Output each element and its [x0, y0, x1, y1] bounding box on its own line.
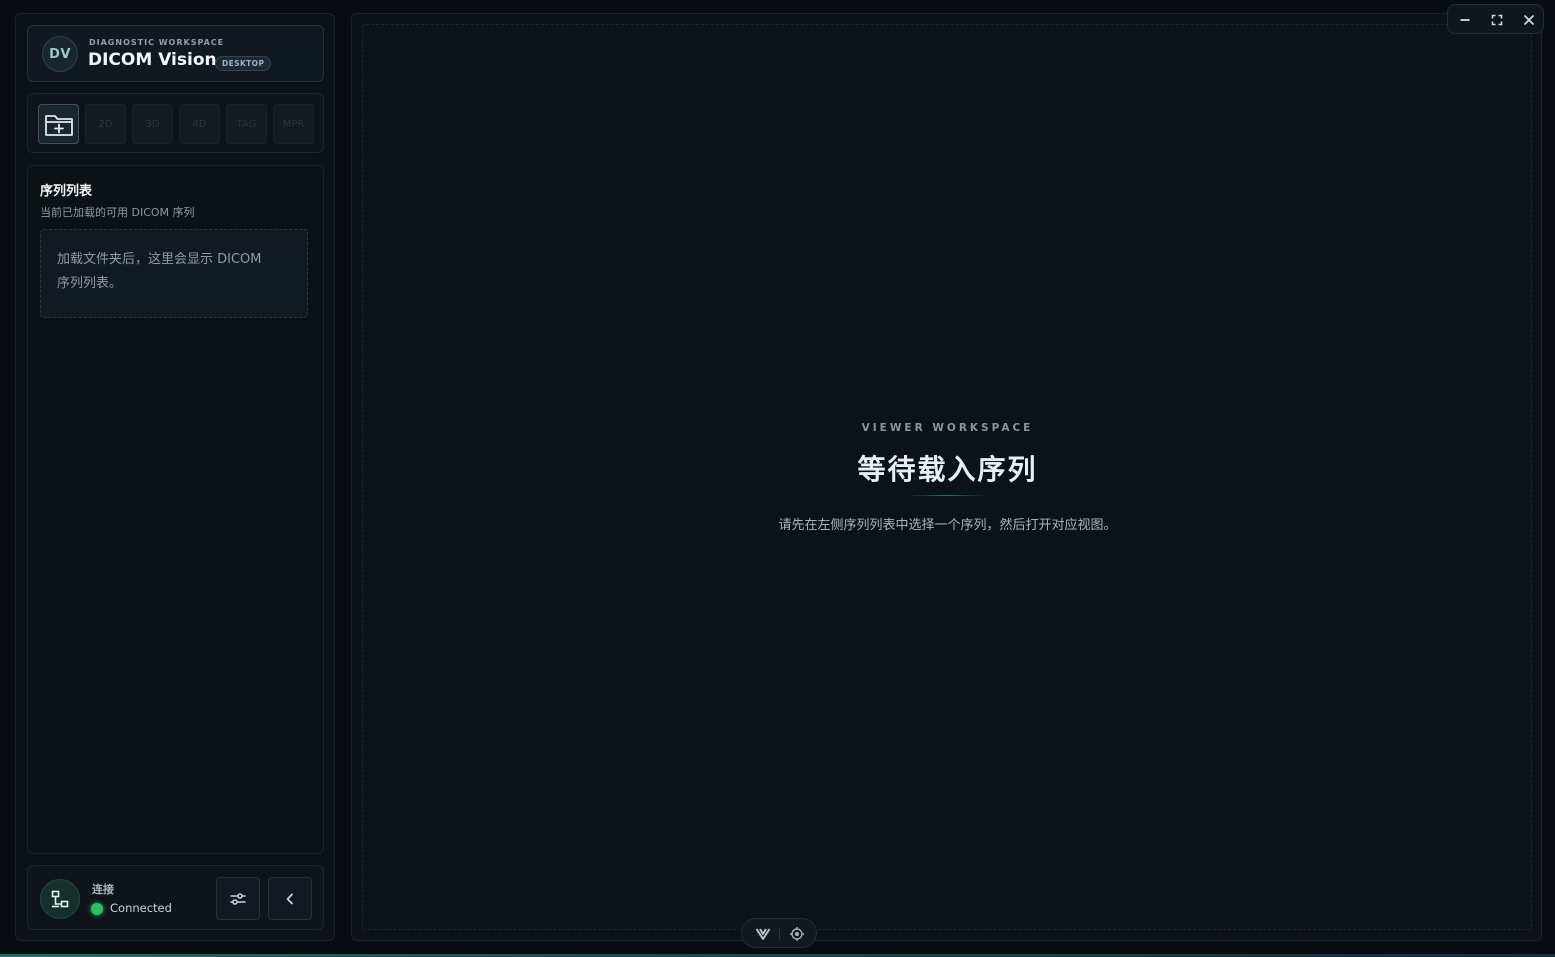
- series-title: 序列列表: [40, 184, 93, 199]
- toolbar: 2D 3D 4D TAG MPR: [27, 93, 324, 153]
- folder-plus-icon: [44, 115, 73, 136]
- sidebar: DV DIAGNOSTIC WORKSPACE DICOM Vision DES…: [15, 13, 335, 941]
- settings-button[interactable]: [216, 877, 260, 920]
- viewer-panel: VIEWER WORKSPACE 等待载入序列 请先在左侧序列列表中选择一个序列…: [351, 13, 1542, 941]
- tag-button[interactable]: TAG: [226, 104, 267, 144]
- connection-status: Connected: [110, 901, 172, 915]
- network-icon: [51, 890, 69, 908]
- close-button[interactable]: [1518, 9, 1540, 31]
- app-window: DV DIAGNOSTIC WORKSPACE DICOM Vision DES…: [0, 0, 1555, 957]
- v-logo-icon: [755, 928, 771, 940]
- sliders-icon: [230, 892, 246, 905]
- open-folder-button[interactable]: [38, 104, 79, 144]
- mpr-button[interactable]: MPR: [273, 104, 314, 144]
- connection-avatar: [40, 879, 80, 919]
- viewer-title: 等待载入序列: [857, 453, 1038, 486]
- viewer-eyebrow: VIEWER WORKSPACE: [861, 422, 1034, 434]
- series-panel: 序列列表 当前已加载的可用 DICOM 序列 加载文件夹后，这里会显示 DICO…: [27, 165, 324, 854]
- maximize-button[interactable]: [1486, 9, 1508, 31]
- recenter-button[interactable]: [787, 924, 807, 944]
- collapse-sidebar-button[interactable]: [268, 877, 312, 920]
- minimize-button[interactable]: [1454, 9, 1476, 31]
- empty-state-line-2: 序列列表。: [57, 276, 123, 291]
- view-3d-button[interactable]: 3D: [132, 104, 173, 144]
- series-empty-state: 加载文件夹后，这里会显示 DICOM 序列列表。: [40, 229, 308, 318]
- view-2d-button[interactable]: 2D: [85, 104, 126, 144]
- status-dot: [91, 903, 103, 915]
- close-icon: [1524, 15, 1534, 25]
- crosshair-icon: [790, 927, 804, 941]
- desktop-badge: DESKTOP: [215, 56, 272, 71]
- chevron-left-icon: [286, 893, 293, 904]
- logo-button[interactable]: [753, 924, 773, 944]
- maximize-icon: [1491, 14, 1503, 26]
- viewer-description: 请先在左侧序列列表中选择一个序列，然后打开对应视图。: [778, 518, 1117, 533]
- connection-panel: 连接 Connected: [27, 865, 324, 930]
- dock-separator: [779, 928, 780, 940]
- window-controls: [1447, 4, 1544, 34]
- series-subtitle: 当前已加载的可用 DICOM 序列: [40, 206, 195, 219]
- view-4d-button[interactable]: 4D: [179, 104, 220, 144]
- brand-avatar: DV: [42, 36, 78, 72]
- app-title: DICOM Vision: [88, 50, 217, 70]
- empty-state-line-1: 加载文件夹后，这里会显示 DICOM: [57, 252, 262, 267]
- brand-eyebrow: DIAGNOSTIC WORKSPACE: [89, 38, 225, 47]
- connection-label: 连接: [92, 883, 114, 896]
- title-divider: [907, 495, 987, 496]
- brand-card: DV DIAGNOSTIC WORKSPACE DICOM Vision DES…: [27, 25, 324, 82]
- minimize-icon: [1460, 19, 1470, 21]
- bottom-dock: [741, 918, 817, 948]
